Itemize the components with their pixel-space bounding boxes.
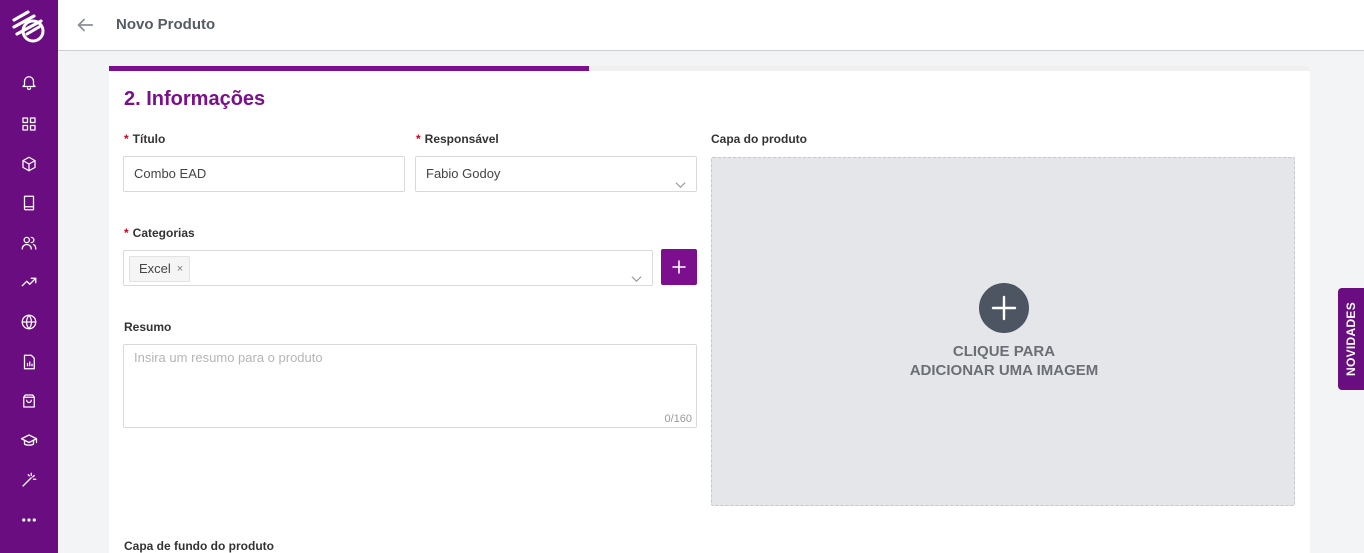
chevron-down-icon bbox=[631, 263, 642, 283]
categories-select[interactable]: Excel × bbox=[123, 250, 653, 286]
sidebar-item-site[interactable] bbox=[0, 305, 58, 339]
responsible-value: Fabio Godoy bbox=[426, 166, 501, 181]
sidebar-item-courses[interactable] bbox=[0, 186, 58, 220]
categories-label: * Categorias bbox=[124, 226, 195, 240]
sidebar-item-automations[interactable] bbox=[0, 463, 58, 497]
more-icon bbox=[22, 518, 36, 522]
required-mark: * bbox=[124, 132, 129, 146]
report-icon bbox=[23, 354, 35, 370]
novidades-label: NOVIDADES bbox=[1344, 301, 1358, 377]
page-header: Novo Produto bbox=[58, 0, 1364, 51]
back-button[interactable] bbox=[74, 14, 96, 36]
sidebar-item-more[interactable] bbox=[0, 503, 58, 537]
category-tag: Excel × bbox=[129, 256, 191, 282]
responsible-select[interactable]: Fabio Godoy bbox=[415, 156, 697, 192]
chevron-down-icon bbox=[675, 169, 686, 189]
section-title: 2. Informações bbox=[124, 88, 266, 110]
dashboard-icon bbox=[22, 117, 36, 131]
background-cover-label: Capa de fundo do produto bbox=[124, 539, 274, 553]
plus-icon bbox=[672, 260, 686, 274]
summary-textarea[interactable]: Insira um resumo para o produto 0/160 bbox=[123, 344, 697, 428]
close-icon[interactable]: × bbox=[177, 257, 183, 281]
brand-logo[interactable] bbox=[8, 4, 50, 46]
arrow-left-icon bbox=[77, 18, 94, 32]
novidades-tab[interactable]: NOVIDADES bbox=[1338, 288, 1364, 390]
page-title: Novo Produto bbox=[116, 16, 216, 33]
magic-wand-icon bbox=[22, 472, 37, 487]
sidebar-item-academy[interactable] bbox=[0, 424, 58, 458]
box-icon bbox=[22, 156, 36, 172]
cover-label: Capa do produto bbox=[711, 132, 807, 146]
sidebar-item-dashboard[interactable] bbox=[0, 107, 58, 141]
sidebar-item-notifications[interactable] bbox=[0, 65, 58, 99]
summary-char-counter: 0/160 bbox=[664, 413, 692, 425]
summary-label: Resumo bbox=[124, 320, 172, 334]
trending-up-icon bbox=[21, 277, 37, 287]
sidebar bbox=[0, 0, 58, 553]
book-icon bbox=[23, 195, 35, 211]
title-label: * Título bbox=[124, 132, 166, 146]
upload-cta-line1: CLIQUE PARA bbox=[952, 343, 1056, 360]
users-icon bbox=[21, 236, 37, 250]
sidebar-item-reports[interactable] bbox=[0, 265, 58, 299]
title-input[interactable]: Combo EAD bbox=[123, 156, 405, 192]
sidebar-item-products[interactable] bbox=[0, 147, 58, 181]
responsible-label: * Responsável bbox=[416, 132, 499, 146]
sidebar-item-users[interactable] bbox=[0, 226, 58, 260]
step-progress-fill bbox=[109, 66, 590, 71]
globe-icon bbox=[21, 314, 37, 330]
summary-placeholder: Insira um resumo para o produto bbox=[134, 350, 323, 365]
category-tag-label: Excel bbox=[139, 261, 171, 276]
product-form-card: 2. Informações * Título Combo EAD * Respon… bbox=[109, 66, 1310, 553]
add-image-icon bbox=[979, 283, 1029, 333]
cover-upload-area[interactable]: CLIQUE PARA ADICIONAR UMA IMAGEM bbox=[711, 157, 1295, 506]
shopping-bag-icon bbox=[23, 394, 35, 408]
add-category-button[interactable] bbox=[661, 249, 697, 285]
sidebar-item-documents[interactable] bbox=[0, 345, 58, 379]
upload-cta-line2: ADICIONAR UMA IMAGEM bbox=[909, 362, 1099, 379]
step-progress-track bbox=[109, 66, 1310, 71]
graduation-cap-icon bbox=[20, 434, 38, 446]
bell-icon bbox=[22, 76, 36, 91]
required-mark: * bbox=[124, 226, 129, 240]
required-mark: * bbox=[416, 132, 421, 146]
sidebar-item-store[interactable] bbox=[0, 384, 58, 418]
